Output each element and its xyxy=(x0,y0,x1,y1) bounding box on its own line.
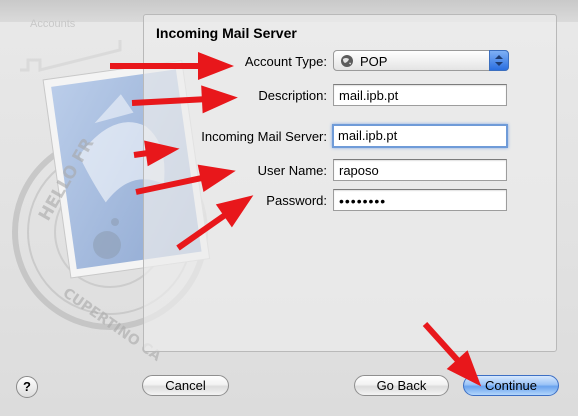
cancel-button[interactable]: Cancel xyxy=(142,375,229,396)
account-type-label: Account Type: xyxy=(244,54,327,69)
account-type-value: POP xyxy=(360,54,388,69)
password-field[interactable]: •••••••• xyxy=(333,189,507,211)
globe-icon xyxy=(340,54,354,71)
incoming-server-label: Incoming Mail Server: xyxy=(201,129,327,144)
go-back-button[interactable]: Go Back xyxy=(354,375,449,396)
continue-button[interactable]: Continue xyxy=(463,375,559,396)
user-name-label: User Name: xyxy=(257,163,327,178)
help-button[interactable]: ? xyxy=(16,376,38,398)
user-name-field[interactable]: raposo xyxy=(333,159,507,181)
panel-title: Incoming Mail Server xyxy=(156,25,297,41)
password-label: Password: xyxy=(266,193,327,208)
sidebar-ghost-label: Accounts xyxy=(30,18,76,30)
description-field[interactable]: mail.ipb.pt xyxy=(333,84,507,106)
account-type-popup[interactable]: POP xyxy=(333,50,509,71)
description-label: Description: xyxy=(258,88,327,103)
chevron-up-down-icon xyxy=(489,50,509,71)
svg-text:HELLO FR: HELLO FR xyxy=(35,135,98,225)
incoming-server-field[interactable]: mail.ipb.pt xyxy=(332,124,508,148)
